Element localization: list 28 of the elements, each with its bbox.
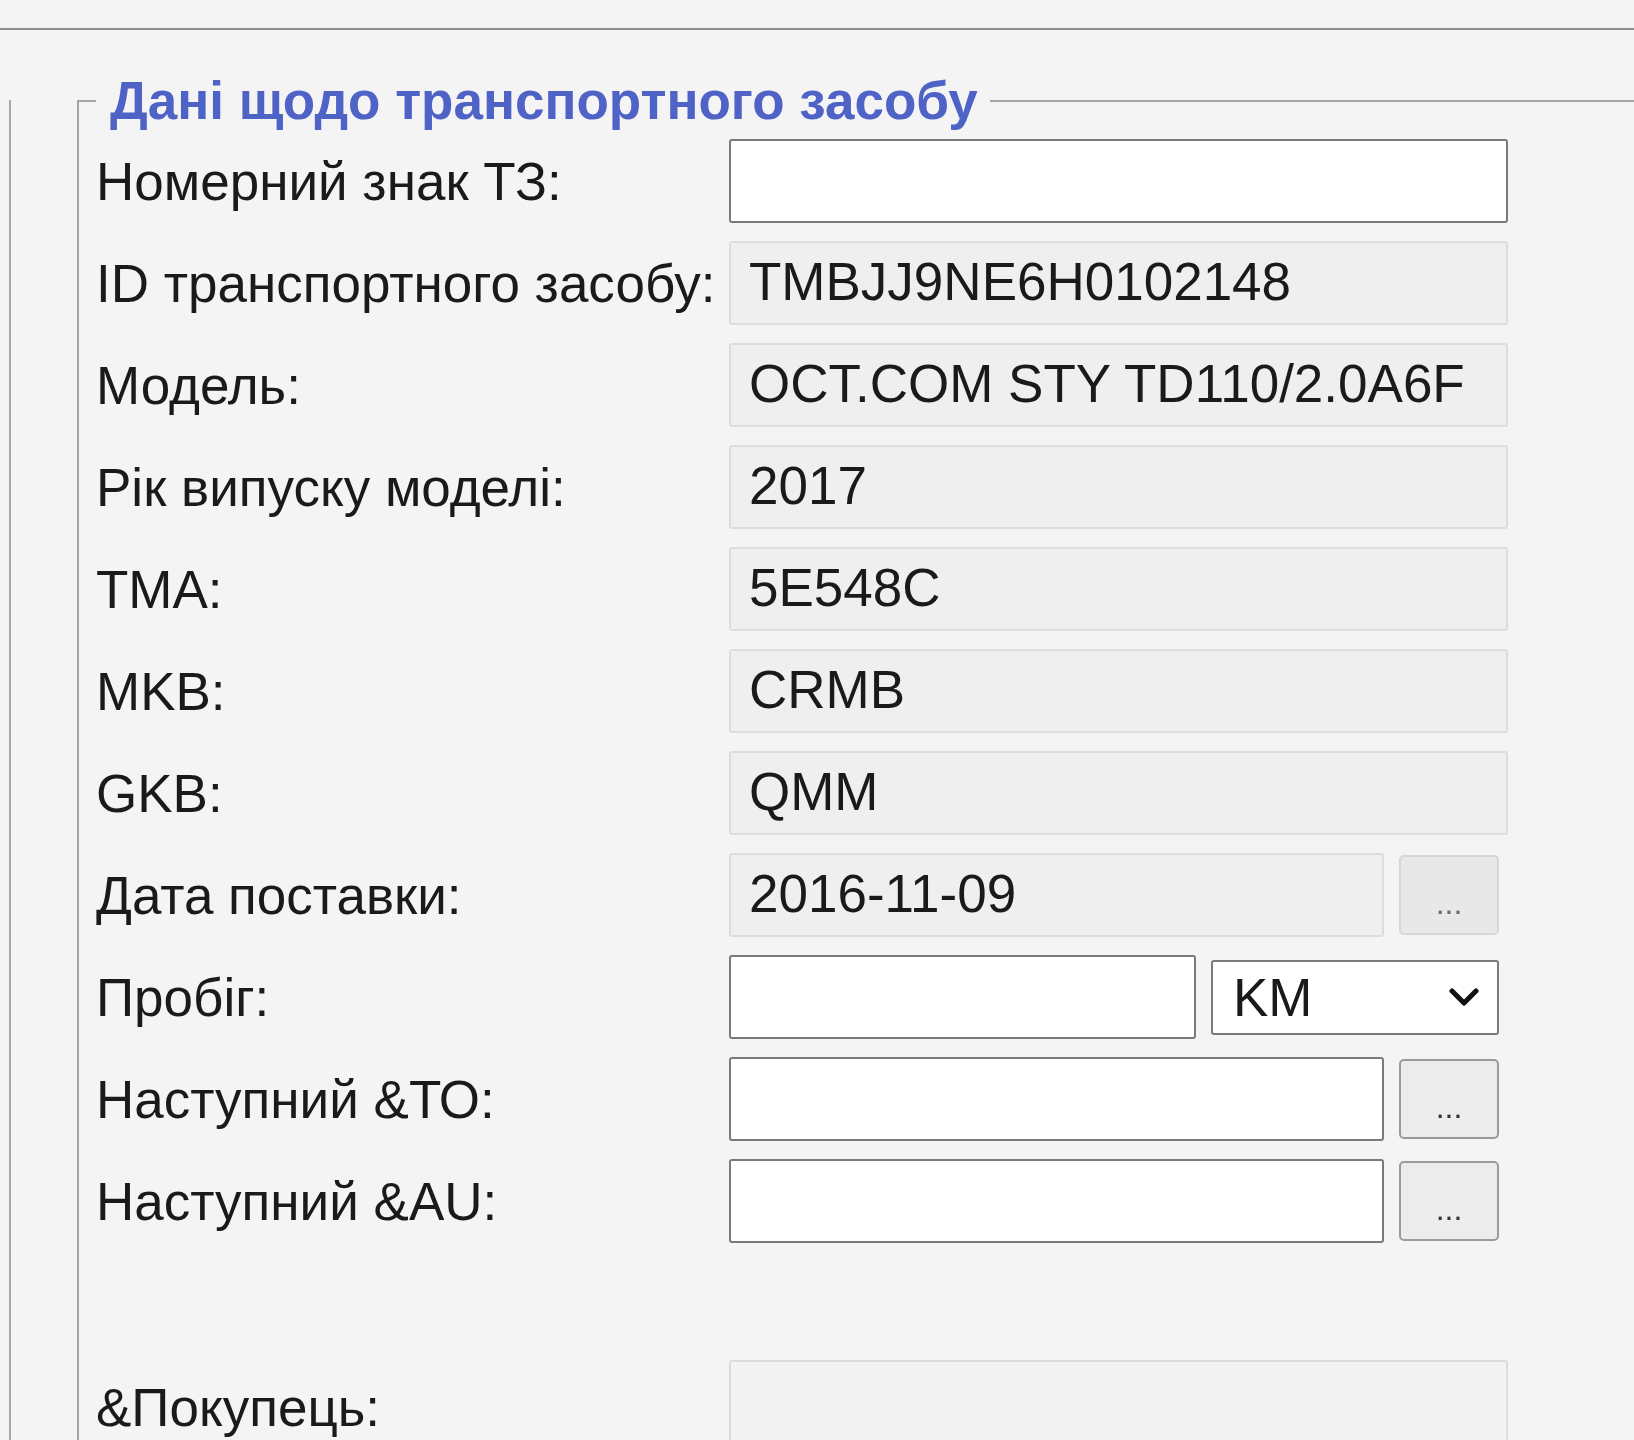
input-field[interactable] xyxy=(729,1057,1384,1141)
readonly-field: 2017 xyxy=(729,445,1508,529)
readonly-field: OCT.COM STY TD110/2.0A6F xyxy=(729,343,1508,427)
browse-button[interactable]: ... xyxy=(1399,1059,1499,1139)
readonly-field: TMBJJ9NE6H0102148 xyxy=(729,241,1508,325)
field-label: Дата поставки: xyxy=(96,864,463,926)
input-field[interactable] xyxy=(729,1159,1384,1243)
input-field[interactable] xyxy=(729,139,1508,223)
chevron-down-icon xyxy=(1449,988,1479,1006)
unit-dropdown[interactable]: KM xyxy=(1211,959,1499,1035)
field-label: Номерний знак ТЗ: xyxy=(96,150,563,212)
field-label: GKB: xyxy=(96,762,224,824)
browse-button[interactable]: ... xyxy=(1399,1161,1499,1241)
field-label: Пробіг: xyxy=(96,966,271,1028)
field-label: MKB: xyxy=(96,660,227,722)
field-label: &Покупець: xyxy=(96,1377,382,1439)
readonly-field: 2016-11-09 xyxy=(729,853,1384,937)
field-label: Наступний &ТО: xyxy=(96,1068,496,1130)
group-title: Дані щодо транспортного засобу xyxy=(109,71,979,131)
field-label: Рік випуску моделі: xyxy=(96,456,567,518)
field-label: ID транспортного засобу: xyxy=(96,252,717,314)
readonly-field: CRMB xyxy=(729,649,1508,733)
field-label: TMA: xyxy=(96,558,224,620)
field-label: Наступний &AU: xyxy=(96,1170,499,1232)
input-field[interactable] xyxy=(729,955,1196,1039)
field-label: Модель: xyxy=(96,354,302,416)
readonly-field: QMM xyxy=(729,751,1508,835)
readonly-field: 5E548C xyxy=(729,547,1508,631)
